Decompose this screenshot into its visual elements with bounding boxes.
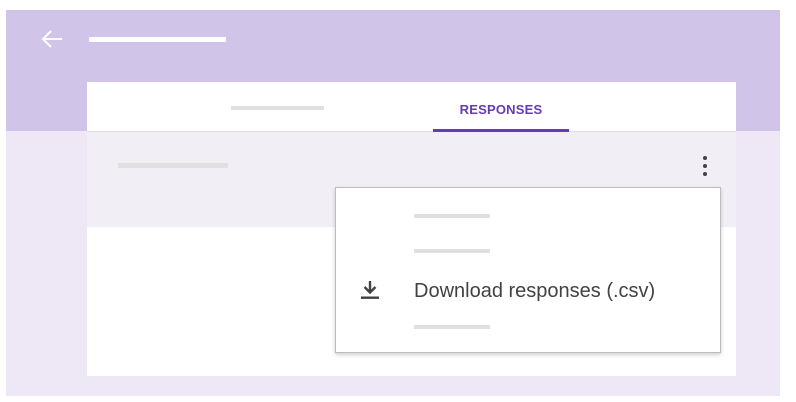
tab-bar: RESPONSES	[87, 82, 736, 132]
tab-questions-placeholder[interactable]	[231, 106, 324, 110]
menu-item-placeholder[interactable]	[414, 214, 490, 218]
tab-responses[interactable]: RESPONSES	[433, 82, 569, 132]
tab-responses-label: RESPONSES	[459, 102, 543, 117]
responses-count-placeholder	[118, 163, 228, 168]
more-vert-icon[interactable]	[697, 154, 713, 182]
download-responses-label: Download responses (.csv)	[414, 280, 656, 302]
download-responses-menu-item[interactable]: Download responses (.csv)	[336, 272, 720, 312]
menu-item-placeholder[interactable]	[414, 249, 490, 253]
download-icon	[361, 281, 379, 299]
form-title-placeholder	[89, 37, 226, 42]
options-menu: Download responses (.csv)	[335, 187, 721, 353]
arrow-back-icon[interactable]	[38, 26, 66, 52]
menu-item-placeholder[interactable]	[414, 325, 490, 329]
